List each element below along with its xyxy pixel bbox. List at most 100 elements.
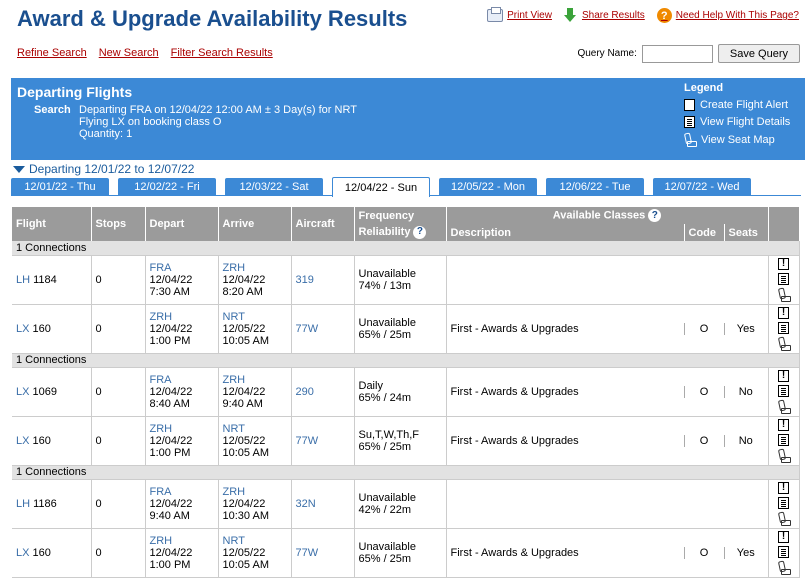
depart-cell: FRA 12/04/22 7:30 AM xyxy=(145,255,219,305)
alert-icon[interactable]: ! xyxy=(778,370,790,382)
arrive-cell: ZRH 12/04/22 9:40 AM xyxy=(218,367,292,417)
seats-cell xyxy=(724,255,769,305)
save-query-button[interactable]: Save Query xyxy=(717,44,800,63)
aircraft-link[interactable]: 290 xyxy=(296,386,314,398)
details-icon[interactable] xyxy=(778,273,790,285)
arrive-date: 12/04/22 xyxy=(222,385,266,398)
separator xyxy=(684,322,685,335)
airline-link[interactable]: LX xyxy=(16,547,29,559)
seat-icon[interactable] xyxy=(778,400,791,414)
alert-icon[interactable]: ! xyxy=(778,419,790,431)
flight-row: LX 160 0 ZRH 12/04/22 1:00 PM NRT 12/05/22 1… xyxy=(12,304,800,354)
col-aircraft: Aircraft xyxy=(291,207,355,241)
query-name-input[interactable] xyxy=(641,44,713,63)
seat-icon[interactable] xyxy=(778,512,791,526)
flight-cell: LX 160 xyxy=(12,528,92,578)
arrive-airport-link[interactable]: NRT xyxy=(223,423,287,435)
airline-link[interactable]: LX xyxy=(16,386,29,398)
aircraft-cell: 290 xyxy=(291,367,355,417)
date-tab[interactable]: 12/05/22 - Mon xyxy=(439,178,537,196)
details-icon[interactable] xyxy=(778,497,790,509)
separator xyxy=(684,385,685,398)
seats-cell xyxy=(724,479,769,529)
aircraft-cell: 319 xyxy=(291,255,355,305)
legend-details-label: View Flight Details xyxy=(700,116,791,128)
aircraft-link[interactable]: 77W xyxy=(296,547,319,559)
need-help-link[interactable]: ? Need Help With This Page? xyxy=(656,8,799,23)
departing-range-toggle[interactable]: Departing 12/01/22 to 12/07/22 xyxy=(13,162,194,176)
airline-link[interactable]: LH xyxy=(16,274,30,286)
date-tab[interactable]: 12/03/22 - Sat xyxy=(225,178,323,196)
arrive-airport-link[interactable]: NRT xyxy=(223,311,287,323)
airline-link[interactable]: LX xyxy=(16,323,29,335)
depart-date: 12/04/22 xyxy=(149,322,193,335)
arrive-airport-link[interactable]: ZRH xyxy=(223,486,287,498)
arrive-time: 9:40 AM xyxy=(222,397,263,410)
separator xyxy=(724,546,725,559)
aircraft-link[interactable]: 77W xyxy=(296,435,319,447)
col-frequency: Frequency Reliability? xyxy=(354,207,447,241)
reliability-value: 65% / 24m xyxy=(358,391,412,404)
airline-link[interactable]: LH xyxy=(16,498,30,510)
alert-icon[interactable]: ! xyxy=(778,482,790,494)
search-line-3: Quantity: 1 xyxy=(79,128,133,140)
seat-icon[interactable] xyxy=(778,561,791,575)
aircraft-link[interactable]: 319 xyxy=(296,274,314,286)
date-tab[interactable]: 12/06/22 - Tue xyxy=(546,178,644,196)
depart-airport-link[interactable]: ZRH xyxy=(150,311,214,323)
seat-icon[interactable] xyxy=(778,449,791,463)
query-name-label: Query Name: xyxy=(577,48,637,59)
depart-airport-link[interactable]: FRA xyxy=(150,262,214,274)
new-search-link[interactable]: New Search xyxy=(99,47,159,59)
seat-icon[interactable] xyxy=(778,337,791,351)
details-icon[interactable] xyxy=(778,434,790,446)
aircraft-link[interactable]: 77W xyxy=(296,323,319,335)
aircraft-link[interactable]: 32N xyxy=(296,498,316,510)
separator xyxy=(684,434,685,447)
date-tab[interactable]: 12/04/22 - Sun xyxy=(332,177,430,197)
seat-icon[interactable] xyxy=(778,288,791,302)
details-icon[interactable] xyxy=(778,546,790,558)
print-view-label: Print View xyxy=(507,10,552,21)
share-results-link[interactable]: Share Results xyxy=(563,8,645,23)
col-stops: Stops xyxy=(91,207,146,241)
depart-airport-link[interactable]: FRA xyxy=(150,486,214,498)
separator xyxy=(684,546,685,559)
arrive-cell: NRT 12/05/22 10:05 AM xyxy=(218,416,292,466)
filter-results-link[interactable]: Filter Search Results xyxy=(171,47,273,59)
departing-flights-panel: Departing Flights Search Departing FRA o… xyxy=(11,78,805,160)
details-icon[interactable] xyxy=(778,322,790,334)
date-tab[interactable]: 12/07/22 - Wed xyxy=(653,178,751,196)
arrive-airport-link[interactable]: ZRH xyxy=(223,262,287,274)
classes-help-icon[interactable]: ? xyxy=(648,209,662,222)
reliability-help-icon[interactable]: ? xyxy=(413,225,427,239)
reliability-value: 65% / 25m xyxy=(358,440,412,453)
airline-link[interactable]: LX xyxy=(16,435,29,447)
col-seats: Seats xyxy=(724,224,769,241)
depart-time: 8:40 AM xyxy=(149,397,190,410)
alert-icon[interactable]: ! xyxy=(778,258,790,270)
date-tab[interactable]: 12/02/22 - Fri xyxy=(118,178,216,196)
description-cell: First - Awards & Upgrades xyxy=(446,528,684,578)
code-cell xyxy=(684,479,724,529)
stops-cell: 0 xyxy=(91,255,146,305)
stops-cell: 0 xyxy=(91,479,146,529)
separator xyxy=(724,322,725,335)
depart-airport-link[interactable]: ZRH xyxy=(150,535,214,547)
refine-search-link[interactable]: Refine Search xyxy=(17,47,87,59)
query-form: Query Name: Save Query xyxy=(577,44,800,63)
flight-row: LH 1184 0 FRA 12/04/22 7:30 AM ZRH 12/04/22… xyxy=(12,255,800,305)
arrive-airport-link[interactable]: NRT xyxy=(223,535,287,547)
depart-airport-link[interactable]: ZRH xyxy=(150,423,214,435)
date-tab[interactable]: 12/01/22 - Thu xyxy=(11,178,109,196)
alert-icon[interactable]: ! xyxy=(778,531,790,543)
depart-airport-link[interactable]: FRA xyxy=(150,374,214,386)
arrive-airport-link[interactable]: ZRH xyxy=(223,374,287,386)
flight-row: LX 160 0 ZRH 12/04/22 1:00 PM NRT 12/05/22 1… xyxy=(12,528,800,578)
print-view-link[interactable]: Print View xyxy=(487,7,552,22)
stops-cell: 0 xyxy=(91,416,146,466)
departing-range-label: Departing 12/01/22 to 12/07/22 xyxy=(29,162,195,176)
details-icon[interactable] xyxy=(778,385,790,397)
results-table: Flight Stops Depart Arrive Aircraft Freq… xyxy=(12,207,800,578)
alert-icon[interactable]: ! xyxy=(778,307,790,319)
